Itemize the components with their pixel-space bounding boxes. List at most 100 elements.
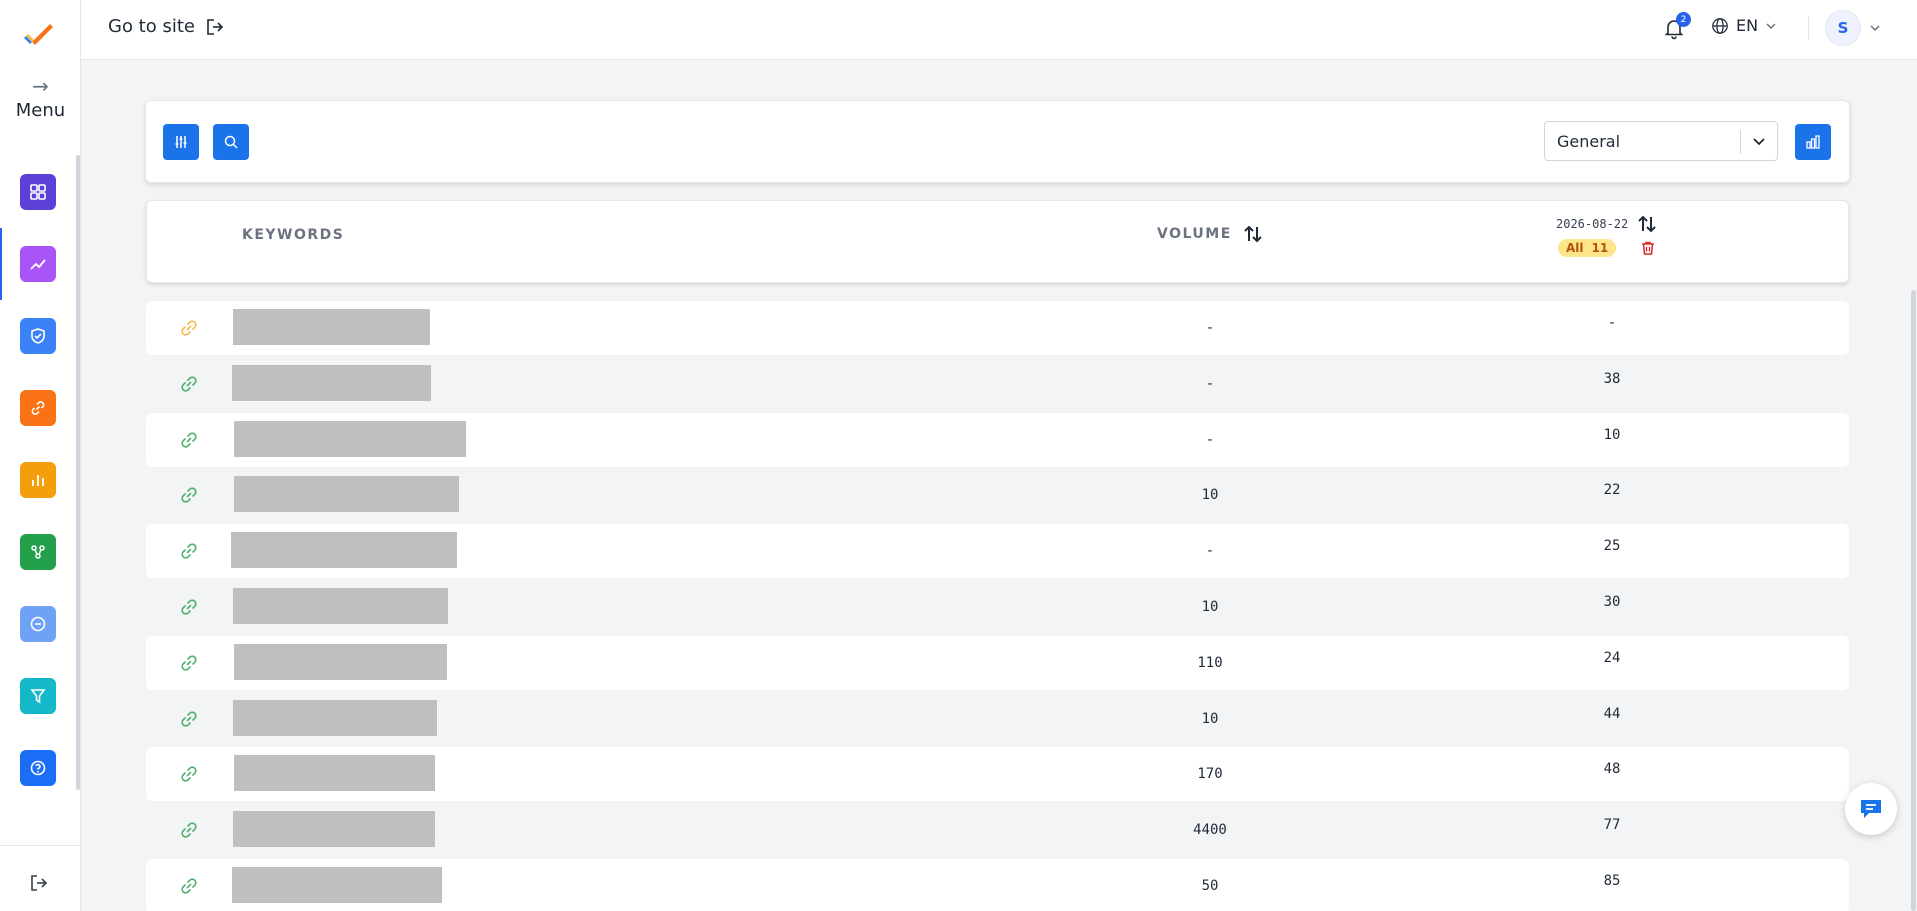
menu-label: Menu: [15, 100, 66, 121]
sidebar-item-site-audit[interactable]: [20, 318, 56, 354]
sidebar-item-blocked[interactable]: [20, 606, 56, 642]
logout-icon: [31, 875, 48, 891]
grid-icon: [30, 184, 46, 200]
link-icon[interactable]: [179, 653, 199, 673]
link-icon[interactable]: [179, 485, 199, 505]
link-icon: [31, 401, 45, 415]
page-scrollbar[interactable]: [1911, 290, 1916, 911]
bar-chart-icon: [32, 475, 44, 486]
keyword-redacted[interactable]: [233, 699, 437, 736]
sidebar-scrollbar[interactable]: [76, 155, 80, 790]
keyword-redacted[interactable]: [231, 532, 457, 569]
menu-toggle[interactable]: → Menu: [0, 76, 81, 121]
select-separator: [1740, 130, 1741, 154]
table-row: 4400 77: [146, 803, 1849, 858]
chevron-down-icon: [1870, 25, 1880, 32]
link-icon[interactable]: [179, 374, 199, 394]
notifications-button[interactable]: 2: [1660, 12, 1691, 42]
rank-cell: 77: [1603, 817, 1621, 834]
keyword-redacted[interactable]: [233, 811, 435, 848]
link-icon[interactable]: [179, 597, 199, 617]
table-row: 10 44: [146, 691, 1849, 746]
external-exit-icon: [207, 18, 224, 35]
minus-circle-icon: [30, 616, 46, 632]
language-selector[interactable]: EN: [1711, 16, 1777, 35]
keyword-redacted[interactable]: [234, 755, 435, 792]
sidebar-item-network[interactable]: [20, 534, 56, 570]
link-icon[interactable]: [179, 876, 199, 896]
goto-site-label: Go to site: [108, 16, 195, 37]
chevron-down-icon: [1766, 22, 1776, 29]
table-row: 170 48: [146, 747, 1849, 802]
table-row: --: [146, 301, 1849, 355]
link-icon[interactable]: [179, 820, 199, 840]
rank-cell: -: [1607, 315, 1617, 331]
keyword-redacted[interactable]: [234, 476, 459, 513]
rank-cell: 85: [1603, 873, 1621, 889]
shield-check-icon: [31, 328, 45, 344]
volume-cell: 4400: [1193, 822, 1227, 839]
keyword-redacted[interactable]: [233, 309, 430, 345]
sort-icon[interactable]: [1242, 223, 1264, 245]
table-row: 10 30: [146, 580, 1849, 634]
volume-cell: -: [1205, 375, 1215, 392]
table-row: - 38: [146, 356, 1849, 411]
link-icon[interactable]: [179, 318, 199, 338]
column-header-keywords: KEYWORDS: [242, 227, 345, 243]
avatar: S: [1825, 10, 1861, 46]
app-logo[interactable]: [22, 22, 54, 48]
table-row: - 10: [146, 412, 1849, 467]
logout-button[interactable]: [26, 870, 52, 896]
date-column-controls: All 11: [1558, 239, 1656, 257]
link-icon[interactable]: [179, 430, 199, 450]
link-icon[interactable]: [179, 764, 199, 784]
table-row: 50 85: [146, 859, 1849, 911]
keyword-redacted[interactable]: [232, 364, 431, 401]
volume-cell: 170: [1197, 766, 1223, 783]
table-row: - 25: [146, 524, 1849, 579]
filter-settings-button[interactable]: [163, 124, 199, 160]
volume-cell: 10: [1201, 487, 1219, 504]
sidebar-item-backlinks[interactable]: [20, 390, 56, 426]
rank-cell: 10: [1603, 426, 1621, 443]
rank-cell: 24: [1603, 649, 1621, 666]
group-select[interactable]: General: [1544, 121, 1778, 161]
search-button[interactable]: [213, 124, 249, 160]
group-select-value: General: [1557, 132, 1621, 151]
user-menu[interactable]: S: [1825, 10, 1881, 46]
table-row: 110 24: [146, 635, 1849, 690]
nav-active-indicator: [0, 228, 2, 300]
link-icon[interactable]: [179, 709, 199, 729]
sidebar-item-dashboard[interactable]: [20, 174, 56, 210]
share-icon: [31, 545, 45, 559]
chart-view-button[interactable]: [1795, 124, 1831, 160]
chat-button[interactable]: [1845, 783, 1897, 835]
sort-icon[interactable]: [1636, 213, 1658, 235]
link-icon[interactable]: [179, 541, 199, 561]
rank-cell: 44: [1603, 705, 1621, 722]
rank-cell: 48: [1603, 761, 1621, 778]
keyword-redacted[interactable]: [232, 867, 442, 903]
sidebar-item-rank-tracker[interactable]: [20, 246, 56, 282]
rank-cell: 38: [1603, 370, 1621, 387]
keyword-redacted[interactable]: [233, 588, 448, 624]
sidebar-item-filters[interactable]: [20, 678, 56, 714]
arrow-right-icon: →: [32, 74, 49, 98]
badge-all-label: All: [1566, 241, 1584, 255]
rank-cell: 30: [1603, 594, 1621, 610]
sliders-icon: [175, 136, 187, 148]
sidebar-item-analytics[interactable]: [20, 462, 56, 498]
all-count-badge[interactable]: All 11: [1558, 239, 1617, 257]
sidebar-item-help[interactable]: [20, 750, 56, 786]
goto-site-link[interactable]: Go to site: [108, 16, 225, 37]
volume-cell: 10: [1201, 710, 1219, 727]
sidebar-divider: [0, 845, 81, 846]
trash-icon[interactable]: [1640, 240, 1656, 256]
topbar-divider: [1808, 16, 1809, 40]
volume-cell: -: [1205, 320, 1215, 336]
keyword-redacted[interactable]: [234, 643, 447, 680]
date-label: 2026-08-22: [1556, 217, 1629, 231]
keyword-redacted[interactable]: [234, 420, 466, 457]
language-label: EN: [1736, 16, 1759, 35]
notification-count-badge: 2: [1676, 12, 1691, 27]
